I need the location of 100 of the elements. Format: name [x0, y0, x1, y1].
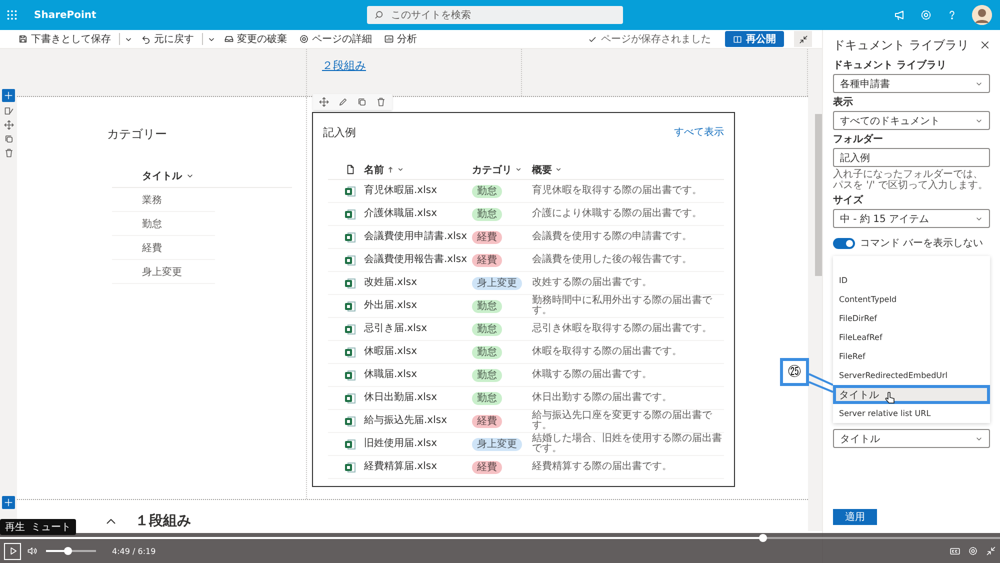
trash-icon[interactable]	[376, 97, 386, 107]
file-name-link[interactable]: 会議費使用申請書.xlsx	[364, 232, 472, 242]
folder-field[interactable]: 記入例	[833, 148, 990, 167]
file-name-link[interactable]: 休暇届.xlsx	[364, 347, 472, 357]
summary-text: 結婚した場合、旧姓を使用する際の届出書です。	[532, 434, 723, 454]
file-name-link[interactable]: 忌引き届.xlsx	[364, 324, 472, 334]
column-header[interactable]: 概要	[532, 162, 552, 176]
dropdown-option[interactable]: ID	[833, 271, 990, 290]
category-tag: 勤怠	[472, 346, 502, 358]
republish-button[interactable]: 再公開	[725, 31, 784, 47]
spreadsheet-file-icon	[344, 208, 356, 220]
column-header[interactable]: カテゴリ	[472, 162, 512, 176]
spreadsheet-file-icon	[344, 416, 356, 426]
toggle-switch[interactable]	[833, 238, 855, 248]
section-title: １段組み	[135, 512, 191, 530]
search-field[interactable]: このサイトを検索	[391, 10, 572, 20]
file-name-link[interactable]: 休職届.xlsx	[364, 370, 472, 380]
see-all-link[interactable]: すべて表示	[674, 125, 724, 139]
app-launcher-icon[interactable]	[6, 9, 18, 21]
list-item[interactable]: 経費	[112, 240, 162, 254]
file-name-link[interactable]: 会議費使用報告書.xlsx	[364, 255, 472, 265]
spreadsheet-file-icon	[344, 254, 356, 266]
file-name-link[interactable]: 外出届.xlsx	[364, 301, 472, 311]
captions-icon[interactable]	[950, 546, 960, 556]
dropdown[interactable]: 各種申請書	[833, 74, 990, 93]
command-button[interactable]: 分析	[380, 31, 421, 47]
move-icon[interactable]	[319, 97, 329, 107]
summary-text: 休暇を取得する際の届出書です。	[532, 346, 683, 358]
file-name-link[interactable]: 休日出勤届.xlsx	[364, 393, 472, 403]
hand-cursor-icon	[885, 392, 895, 404]
spreadsheet-file-icon	[344, 346, 356, 358]
move-icon[interactable]	[4, 120, 14, 130]
dropdown-option[interactable]: FileRef	[833, 347, 990, 366]
avatar-icon[interactable]	[972, 5, 992, 25]
category-tag: 勤怠	[472, 208, 502, 220]
category-tag: 経費	[472, 460, 502, 474]
trash-icon[interactable]	[4, 148, 14, 158]
list-item[interactable]: 勤怠	[112, 216, 162, 230]
dropdown-option[interactable]: ServerRedirectedEmbedUrl	[833, 366, 990, 385]
dropdown-option[interactable]: ContentTypeId	[833, 290, 990, 309]
add-section-button[interactable]	[2, 89, 15, 102]
category-tag: 勤怠	[472, 184, 502, 198]
dropdown-option[interactable]: FileDirRef	[833, 309, 990, 328]
command-button[interactable]: ページの詳細	[295, 31, 376, 47]
category-tag: 経費	[472, 414, 502, 428]
chevron-down-icon	[397, 166, 404, 173]
dropdown-option[interactable]: FileLeafRef	[833, 328, 990, 347]
search-box[interactable]: このサイトを検索	[367, 6, 624, 24]
section-link[interactable]: ２段組み	[307, 49, 521, 73]
file-name-link[interactable]: 改姓届.xlsx	[364, 278, 472, 288]
dropdown[interactable]: すべてのドキュメント	[833, 111, 990, 130]
file-name-link[interactable]: 給与振込先届.xlsx	[364, 416, 472, 426]
settings-icon[interactable]	[920, 9, 932, 21]
play-button[interactable]	[4, 542, 21, 560]
spreadsheet-file-icon	[344, 392, 356, 404]
copy-icon[interactable]	[4, 134, 14, 144]
inbox-tray-icon	[224, 34, 234, 44]
settings-icon[interactable]	[968, 546, 978, 556]
dropdown-option[interactable]: Server relative list URL	[833, 404, 990, 423]
file-name-link[interactable]: 旧姓使用届.xlsx	[364, 439, 472, 449]
document-icon	[344, 164, 356, 175]
command-button[interactable]: 変更の破棄	[220, 31, 291, 47]
file-name-link[interactable]: 介護休職届.xlsx	[364, 209, 472, 219]
command-button[interactable]: 元に戻す	[137, 31, 198, 47]
file-name-link[interactable]: 育児休暇届.xlsx	[364, 186, 472, 196]
save-status: ページが保存されました	[601, 33, 711, 46]
spreadsheet-file-icon	[344, 324, 356, 334]
megaphone-icon[interactable]	[894, 9, 906, 21]
summary-text: 改姓する際の届出書です。	[532, 278, 653, 288]
spreadsheet-file-icon	[344, 232, 356, 242]
column-header[interactable]: 名前	[364, 162, 384, 176]
file-name-link[interactable]: 経費精算届.xlsx	[364, 462, 472, 472]
column-header[interactable]: タイトル	[142, 169, 182, 183]
web-part-title: 記入例	[323, 124, 356, 140]
dropdown-option[interactable]: タイトル	[833, 385, 990, 404]
command-button[interactable]: 下書きとして保存	[14, 31, 115, 47]
dropdown[interactable]: 中 - 約 15 アイテム	[833, 209, 990, 228]
list-item[interactable]: 業務	[112, 192, 162, 206]
edit-section-icon[interactable]	[4, 106, 14, 116]
list-item[interactable]: 身上変更	[112, 264, 182, 278]
apply-button[interactable]: 適用	[833, 509, 877, 525]
dropdown[interactable]: タイトル	[833, 429, 990, 448]
speaker-icon[interactable]	[27, 546, 37, 556]
check-icon	[588, 34, 597, 44]
add-section-button[interactable]	[2, 496, 15, 509]
summary-text: 休職する際の届出書です。	[532, 370, 653, 380]
copy-icon[interactable]	[357, 97, 367, 107]
spreadsheet-file-icon	[344, 370, 356, 380]
progress-thumb[interactable]	[759, 534, 767, 542]
close-icon[interactable]	[980, 40, 990, 50]
scrollbar[interactable]	[808, 49, 822, 531]
spreadsheet-file-icon	[344, 186, 356, 196]
step-number-callout: ㉕	[780, 358, 809, 386]
volume-thumb[interactable]	[64, 547, 72, 555]
spreadsheet-file-icon	[344, 278, 356, 288]
collapse-button[interactable]	[794, 31, 812, 47]
leader-line	[809, 373, 833, 393]
shrink-icon[interactable]	[986, 546, 996, 556]
spreadsheet-file-icon	[344, 300, 356, 312]
pencil-icon[interactable]	[338, 97, 348, 107]
